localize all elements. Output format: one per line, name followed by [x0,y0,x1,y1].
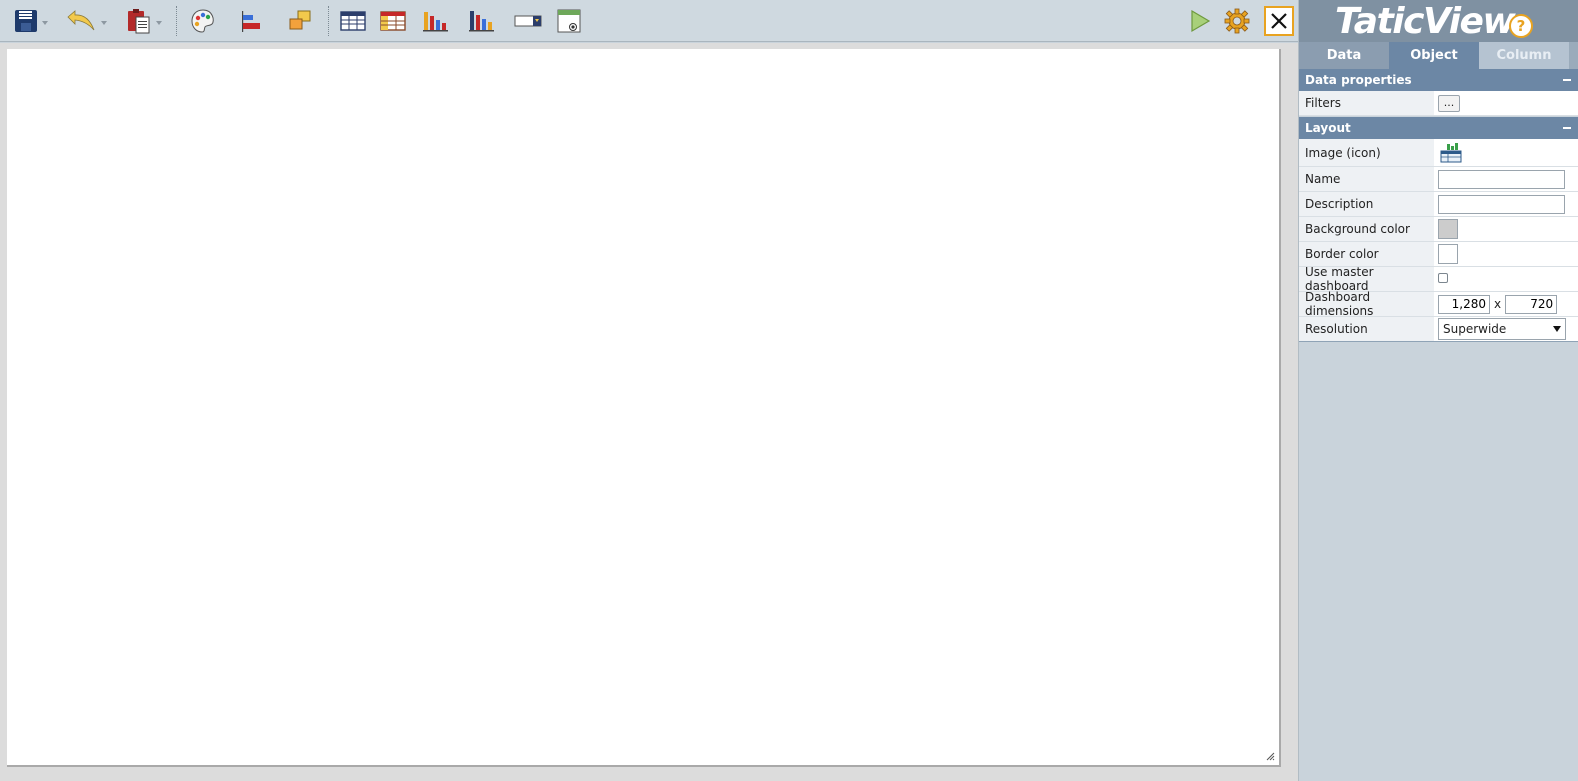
section-data-properties[interactable]: Data properties [1299,69,1578,91]
palette-icon [191,9,214,33]
dashboard-width-input[interactable] [1438,294,1490,314]
resolution-select[interactable]: Superwide [1438,318,1566,340]
radio-filter-button[interactable] [554,5,586,37]
dropdown-filter-icon [514,15,542,27]
resolution-row: Resolution Superwide [1299,317,1578,342]
table-button[interactable] [338,5,368,37]
close-icon [1271,13,1287,29]
brand-header: TaticView ? [1299,0,1578,42]
save-button[interactable] [8,5,52,37]
radio-filter-icon [557,9,581,33]
chevron-down-icon [1553,326,1561,332]
border-color-swatch[interactable] [1438,244,1458,264]
paste-button[interactable] [120,5,166,37]
description-label: Description [1299,192,1434,216]
dimensions-row: Dashboard dimensions x [1299,290,1578,318]
gear-icon [1224,8,1250,34]
undo-arrow-icon [66,10,94,31]
dropdown-filter-button[interactable] [512,5,544,37]
background-color-swatch[interactable] [1438,219,1458,239]
name-input[interactable] [1438,169,1565,189]
table-icon [340,11,366,31]
dimensions-separator: x [1494,297,1502,311]
dashboard-height-input[interactable] [1505,294,1558,314]
chevron-down-icon [100,21,107,25]
help-button[interactable]: ? [1509,14,1533,38]
section-title: Layout [1305,121,1351,135]
dashboard-canvas[interactable] [7,49,1281,767]
combo-chart-button[interactable] [466,5,498,37]
image-label: Image (icon) [1299,139,1434,166]
filters-row: Filters ... [1299,91,1578,116]
resolution-label: Resolution [1299,317,1434,341]
resize-grip-icon[interactable] [1266,752,1275,761]
combo-chart-icon [469,11,494,32]
panel-divider [1299,341,1578,342]
name-row: Name [1299,167,1578,192]
section-title: Data properties [1305,73,1412,87]
preview-button[interactable] [1186,5,1214,37]
use-master-checkbox[interactable] [1438,273,1448,283]
help-icon: ? [1516,17,1526,35]
chevron-down-icon [155,21,162,25]
bar-chart-button[interactable] [420,5,452,37]
theme-button[interactable] [188,5,218,37]
border-color-label: Border color [1299,242,1434,266]
toolbar [0,0,1298,42]
tab-object[interactable]: Object [1389,42,1479,69]
dashboard-editor: TaticView ? Data Object Column Data prop… [0,0,1578,781]
filters-button[interactable]: ... [1438,94,1460,112]
workspace [0,43,1298,781]
play-icon [1191,9,1211,33]
use-master-label: Use master dashboard [1299,265,1434,293]
image-row: Image (icon) [1299,139,1578,167]
panel-tabs: Data Object Column [1299,42,1578,69]
name-label: Name [1299,167,1434,191]
description-input[interactable] [1438,194,1565,214]
filters-label: Filters [1299,91,1434,115]
bar-chart-icon [423,12,448,32]
pivot-table-button[interactable] [378,5,408,37]
settings-button[interactable] [1222,5,1252,37]
undo-button[interactable] [62,5,108,37]
dimensions-label: Dashboard dimensions [1299,290,1434,318]
chevron-down-icon [41,21,48,25]
use-master-row: Use master dashboard [1299,265,1578,293]
collapse-icon[interactable] [1563,79,1571,81]
background-color-label: Background color [1299,217,1434,241]
description-row: Description [1299,192,1578,217]
arrange-button[interactable] [284,5,316,37]
arrange-layers-icon [289,10,311,30]
logo: TaticView [1335,1,1516,42]
border-color-row: Border color [1299,242,1578,267]
pivot-table-icon [380,11,406,31]
toolbar-separator [328,6,329,36]
floppy-disk-icon [14,10,37,32]
toolbar-separator [176,6,177,36]
tab-column[interactable]: Column [1479,42,1569,69]
clipboard-icon [127,9,149,34]
align-icon [242,11,260,32]
section-layout[interactable]: Layout [1299,117,1578,139]
dashboard-image-icon[interactable] [1438,141,1464,165]
tab-data[interactable]: Data [1299,42,1389,69]
close-button[interactable] [1264,6,1294,36]
properties-panel: TaticView ? Data Object Column Data prop… [1298,0,1578,781]
collapse-icon[interactable] [1563,127,1571,129]
resolution-value: Superwide [1443,322,1507,336]
background-color-row: Background color [1299,217,1578,242]
align-button[interactable] [236,5,266,37]
